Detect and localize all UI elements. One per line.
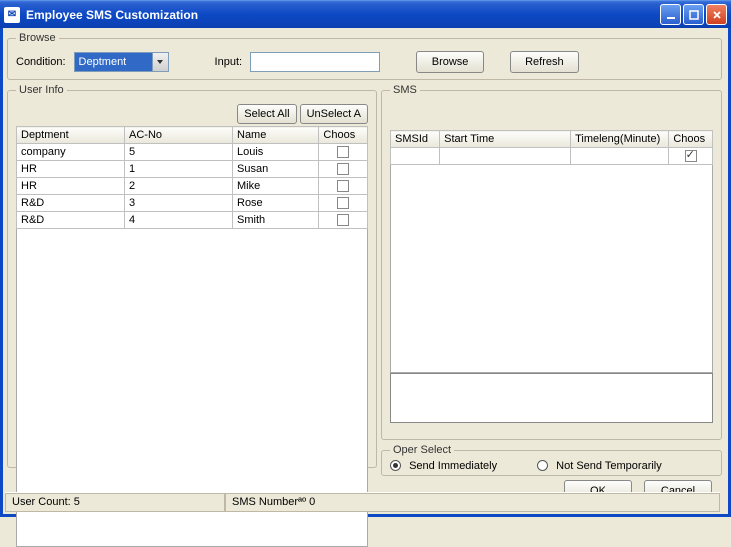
input-label: Input: <box>215 56 243 68</box>
cell-acno: 5 <box>125 144 233 161</box>
browse-group: Browse Condition: Deptment Input: Browse… <box>7 32 722 80</box>
status-user-count: User Count: 5 <box>5 493 225 512</box>
radio-send-label: Send Immediately <box>409 460 497 472</box>
cell-dept: R&D <box>17 212 125 229</box>
col-acno[interactable]: AC-No <box>125 127 233 144</box>
sms-group: SMS SMSId Start Time Timeleng(Minute) Ch… <box>381 84 722 440</box>
window-title: Employee SMS Customization <box>26 8 660 22</box>
condition-dropdown[interactable]: Deptment <box>74 52 169 72</box>
cell-name: Smith <box>233 212 319 229</box>
browse-button[interactable]: Browse <box>416 51 484 73</box>
cell-choose[interactable] <box>319 195 368 212</box>
table-row[interactable]: HR2Mike <box>17 178 368 195</box>
checkbox-icon[interactable] <box>337 214 349 226</box>
cell-dept: HR <box>17 178 125 195</box>
sms-table[interactable]: SMSId Start Time Timeleng(Minute) Choos <box>390 130 713 165</box>
checkbox-icon[interactable] <box>337 180 349 192</box>
condition-label: Condition: <box>16 56 66 68</box>
cell-choose[interactable] <box>669 148 713 165</box>
checkbox-icon[interactable] <box>685 150 697 162</box>
cell-len <box>571 148 669 165</box>
table-row[interactable]: HR1Susan <box>17 161 368 178</box>
cell-dept: R&D <box>17 195 125 212</box>
cell-smsid <box>391 148 440 165</box>
browse-legend: Browse <box>16 32 59 44</box>
oper-legend: Oper Select <box>390 444 454 456</box>
userinfo-table[interactable]: Deptment AC-No Name Choos company5LouisH… <box>16 126 368 229</box>
cell-choose[interactable] <box>319 178 368 195</box>
cell-choose[interactable] <box>319 144 368 161</box>
cell-name: Louis <box>233 144 319 161</box>
radio-not-send[interactable]: Not Send Temporarily <box>537 460 662 472</box>
unselect-all-button[interactable]: UnSelect A <box>300 104 368 124</box>
status-sms-number: SMS Numberªº 0 <box>225 493 720 512</box>
col-choose[interactable]: Choos <box>669 131 713 148</box>
cell-acno: 4 <box>125 212 233 229</box>
cell-dept: HR <box>17 161 125 178</box>
col-timelen[interactable]: Timeleng(Minute) <box>571 131 669 148</box>
radio-icon <box>390 460 401 471</box>
sms-message-area[interactable] <box>390 373 713 423</box>
col-deptment[interactable]: Deptment <box>17 127 125 144</box>
col-choose[interactable]: Choos <box>319 127 368 144</box>
titlebar[interactable]: ✉ Employee SMS Customization <box>0 0 731 28</box>
col-starttime[interactable]: Start Time <box>440 131 571 148</box>
chevron-down-icon <box>152 53 168 71</box>
cell-name: Susan <box>233 161 319 178</box>
col-name[interactable]: Name <box>233 127 319 144</box>
cell-choose[interactable] <box>319 161 368 178</box>
cell-choose[interactable] <box>319 212 368 229</box>
cell-acno: 2 <box>125 178 233 195</box>
table-row[interactable]: company5Louis <box>17 144 368 161</box>
sms-empty-area <box>390 165 713 373</box>
minimize-button[interactable] <box>660 4 681 25</box>
table-row[interactable] <box>391 148 713 165</box>
checkbox-icon[interactable] <box>337 163 349 175</box>
cell-dept: company <box>17 144 125 161</box>
oper-select-group: Oper Select Send Immediately Not Send Te… <box>381 444 722 476</box>
userinfo-legend: User Info <box>16 84 67 96</box>
app-icon: ✉ <box>4 7 20 23</box>
cell-name: Rose <box>233 195 319 212</box>
col-smsid[interactable]: SMSId <box>391 131 440 148</box>
input-field[interactable] <box>250 52 380 72</box>
radio-notsend-label: Not Send Temporarily <box>556 460 662 472</box>
radio-icon <box>537 460 548 471</box>
cell-name: Mike <box>233 178 319 195</box>
table-row[interactable]: R&D3Rose <box>17 195 368 212</box>
table-row[interactable]: R&D4Smith <box>17 212 368 229</box>
sms-legend: SMS <box>390 84 420 96</box>
table-header-row: Deptment AC-No Name Choos <box>17 127 368 144</box>
userinfo-group: User Info Select All UnSelect A Deptment… <box>7 84 377 468</box>
close-button[interactable] <box>706 4 727 25</box>
cell-acno: 3 <box>125 195 233 212</box>
table-header-row: SMSId Start Time Timeleng(Minute) Choos <box>391 131 713 148</box>
statusbar: User Count: 5 SMS Numberªº 0 <box>5 492 720 512</box>
radio-send-immediately[interactable]: Send Immediately <box>390 460 497 472</box>
checkbox-icon[interactable] <box>337 197 349 209</box>
cell-start <box>440 148 571 165</box>
cell-acno: 1 <box>125 161 233 178</box>
condition-value: Deptment <box>75 56 152 68</box>
maximize-button[interactable] <box>683 4 704 25</box>
checkbox-icon[interactable] <box>337 146 349 158</box>
refresh-button[interactable]: Refresh <box>510 51 579 73</box>
select-all-button[interactable]: Select All <box>237 104 296 124</box>
